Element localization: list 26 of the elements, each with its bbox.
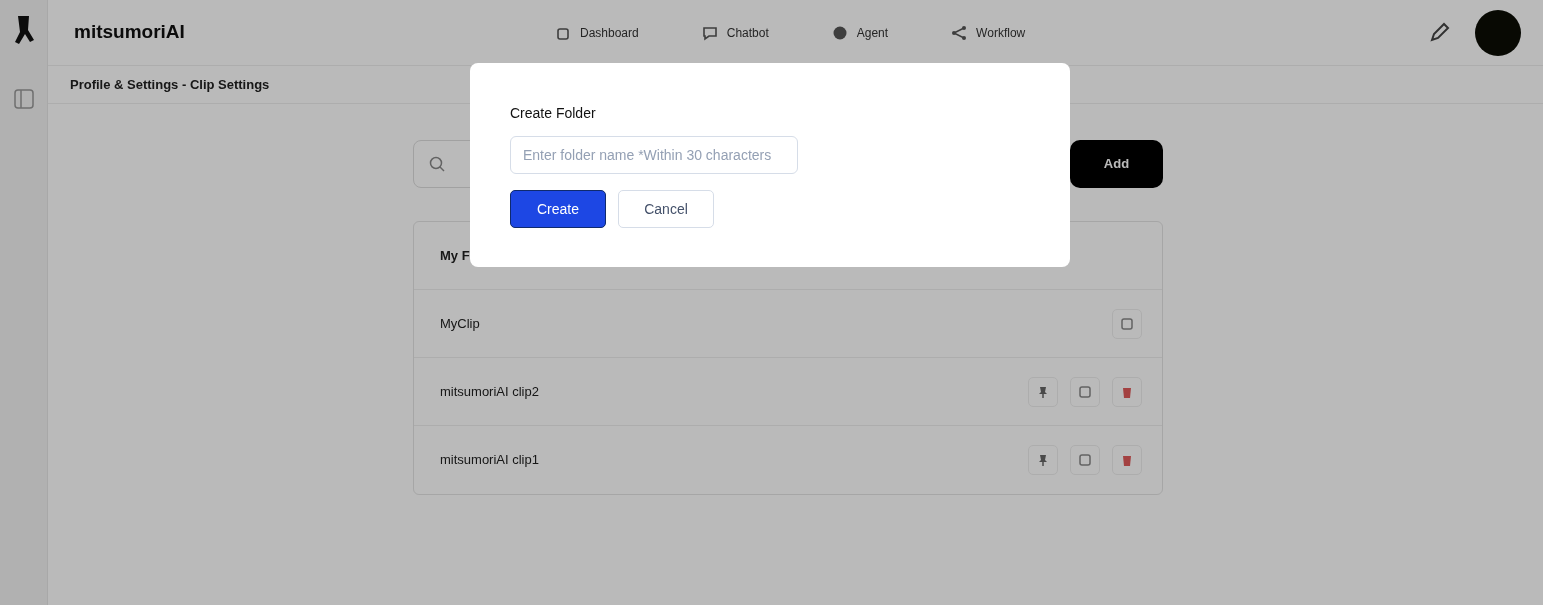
copy-button[interactable] [1112,308,1142,339]
sidebar-toggle-icon[interactable] [12,88,35,110]
trash-icon [1120,453,1134,467]
folder-name[interactable]: mitsumoriAI clip2 [440,381,1016,402]
copy-button[interactable] [1070,445,1100,475]
folder-name[interactable]: MyClip [440,313,1100,334]
delete-button[interactable] [1112,445,1142,475]
nav-item[interactable]: Chatbot [700,23,769,42]
nav-item[interactable]: Dashboard [554,23,639,42]
pen-icon[interactable] [1427,20,1451,45]
share-icon [950,23,969,42]
delete-button[interactable] [1112,376,1142,407]
brand-name: mitsumoriAI [74,20,186,45]
folder-name[interactable]: mitsumoriAI clip1 [440,450,1016,470]
nav-item[interactable]: Workflow [950,23,1026,42]
add-button[interactable]: Add [1070,140,1163,188]
create-button[interactable]: Create [510,190,606,228]
cancel-button[interactable]: Cancel [618,190,714,228]
copy-button[interactable] [1070,376,1100,407]
avatar[interactable] [1475,9,1521,56]
nav-item[interactable]: Agent [830,23,889,42]
search-icon [428,155,446,173]
pin-button[interactable] [1028,376,1058,407]
dialog-title: Create Folder [510,104,597,123]
folder-name-field[interactable]: Enter folder name *Within 30 characters [510,136,798,174]
pin-button[interactable] [1028,445,1058,475]
